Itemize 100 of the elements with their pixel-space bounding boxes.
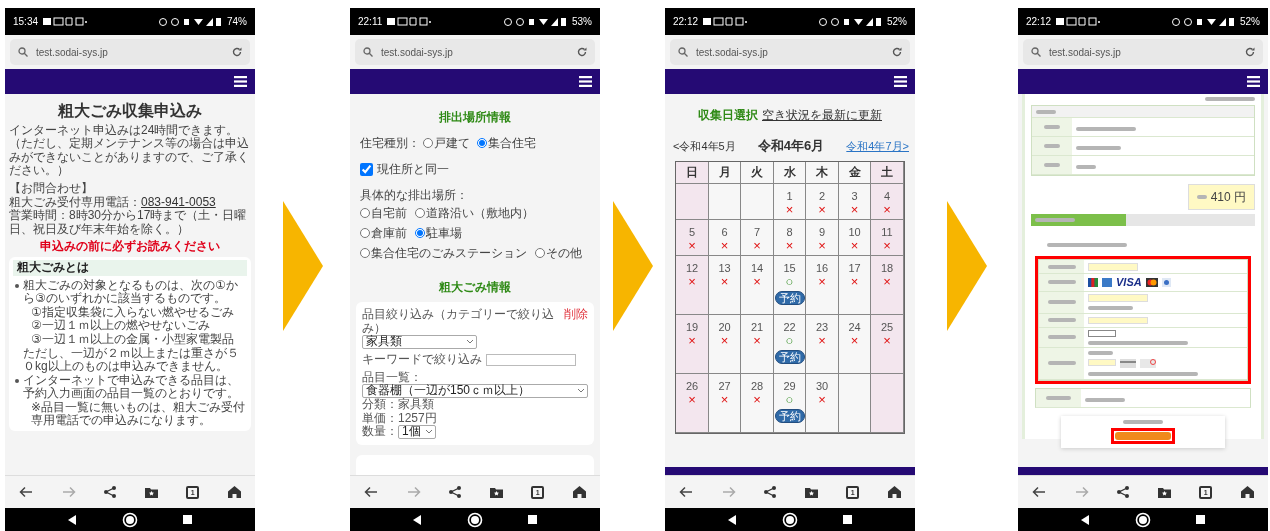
calendar-cell[interactable]: 14 × (741, 255, 774, 315)
field-label: 数量： (362, 425, 398, 439)
calendar-cell[interactable]: 4 × (871, 183, 904, 220)
radio-label: その他 (546, 245, 582, 262)
availability-mark: × (753, 274, 761, 288)
radio-label: 倉庫前 (371, 225, 407, 242)
calendar-cell[interactable]: 13 × (708, 255, 742, 315)
day-number: 26 (685, 379, 699, 393)
day-number: 9 (818, 225, 826, 239)
contact-heading: 【お問合わせ】 (9, 181, 94, 196)
address-bar[interactable]: test.sodai-sys.jp (1023, 39, 1263, 65)
calendar-cell[interactable]: 21 × (741, 314, 774, 374)
calendar-cell[interactable]: 30 × (806, 373, 839, 433)
calendar-cell[interactable]: 23 × (806, 314, 839, 374)
calendar-cell[interactable]: 29 ○ 予約 (773, 373, 807, 433)
reserve-button[interactable]: 予約 (774, 290, 805, 305)
day-number: 3 (851, 189, 858, 203)
intro-text: インターネット申込みは24時間できます。（ただし、定期メンテナンス等の場合は申込みができないことがありますので、ご了承ください。） (9, 123, 250, 178)
day-number: 11 (881, 225, 893, 239)
calendar-cell[interactable]: 15 ○ 予約 (773, 255, 807, 315)
availability-mark: × (818, 238, 826, 252)
availability-mark: × (883, 274, 891, 288)
phone-link[interactable]: 083-941-0053 (141, 194, 216, 209)
day-number: 30 (815, 379, 829, 393)
day-number: 19 (685, 320, 699, 334)
availability-mark: × (850, 333, 859, 347)
status-time: 15:34 (13, 15, 39, 29)
category-select[interactable]: 家具類 (362, 335, 477, 349)
note-text: ①指定収集袋に入らない燃やせるごみ (30, 305, 235, 319)
day-number: 2 (818, 189, 826, 203)
availability-mark: × (850, 202, 859, 216)
note-text: ②一辺１ｍ以上の燃やせないごみ (30, 319, 211, 333)
url-text: test.sodai-sys.jp (36, 45, 109, 60)
address-bar[interactable]: test.sodai-sys.jp (10, 39, 250, 65)
battery-percent: 52% (1240, 15, 1260, 29)
day-number: 4 (883, 189, 891, 203)
calendar-cell[interactable]: 17 × (838, 255, 872, 315)
day-number: 27 (718, 379, 731, 393)
calendar-cell[interactable]: 12 × (676, 255, 709, 315)
field-label: 品目一覧： (362, 370, 423, 384)
calendar-cell[interactable]: 7 × (741, 219, 774, 256)
previous-month-link[interactable]: <令和4年5月 (673, 137, 736, 154)
day-number: 21 (750, 320, 764, 334)
note-text: ※品目一覧に無いものは、粗大ごみ受付専用電話での申込みになります。 (30, 400, 247, 429)
availability-mark: × (688, 333, 696, 347)
address-bar[interactable]: test.sodai-sys.jp (670, 39, 910, 65)
hours-text: 営業時間：8時30分から17時まで（土・日曜日、祝日及び年末年始を除く。） (9, 209, 248, 237)
bullet-text: インターネットで申込みできる品目は、予約入力画面の品目一覧のとおりです。 (23, 373, 240, 401)
status-time: 22:11 (358, 15, 383, 29)
availability-mark: × (883, 202, 891, 216)
refresh-link[interactable]: 空き状況を最新に更新 (762, 106, 882, 124)
availability-mark: × (753, 333, 761, 347)
url-text: test.sodai-sys.jp (1049, 45, 1122, 60)
radio-label: 道路沿い（敷地内） (426, 205, 534, 222)
quantity-select[interactable]: 1個 (398, 425, 436, 439)
delete-link[interactable]: 削除 (564, 308, 588, 335)
calendar-cell[interactable]: 16 × (806, 255, 839, 315)
bullet-text: 粗大ごみの対象となるものは、次の①から③のいずれかに該当するものです。 (23, 278, 239, 306)
calendar-cell[interactable]: 2 × (806, 183, 839, 220)
day-number: 28 (750, 379, 764, 393)
availability-mark: × (688, 238, 696, 252)
calendar-cell[interactable]: 27 × (708, 373, 742, 433)
reserve-button[interactable]: 予約 (774, 408, 805, 423)
calendar-cell[interactable]: 20 × (708, 314, 742, 374)
calendar-cell[interactable]: 28 × (741, 373, 774, 433)
radio-label: 駐車場 (426, 225, 462, 242)
day-number: 23 (815, 320, 829, 334)
radio-label: 自宅前 (371, 205, 407, 222)
bullet-text: ただし、一辺が２ｍ以上または重さが５０kg以上のものは申込みできません。 (23, 346, 240, 374)
calendar-cell[interactable]: 18 × (871, 255, 904, 315)
day-number: 10 (848, 225, 861, 239)
page-title: 粗大ごみ収集申込み (57, 104, 203, 118)
availability-mark: × (785, 202, 794, 216)
checkbox-label: 現住所と同一 (377, 161, 449, 178)
day-number: 13 (718, 261, 731, 275)
next-month-link[interactable]: 令和4年7月> (846, 137, 909, 154)
day-number: 17 (848, 261, 861, 275)
calendar-cell[interactable]: 24 × (838, 314, 872, 374)
url-text: test.sodai-sys.jp (381, 45, 454, 60)
day-number: 12 (685, 261, 699, 275)
day-number: 20 (718, 320, 731, 334)
availability-mark: × (720, 238, 729, 252)
phone-label: 粗大ごみ受付専用電話： (9, 194, 141, 209)
calendar-cell[interactable]: 19 × (676, 314, 709, 374)
calendar-cell[interactable]: 25 × (871, 314, 904, 374)
address-bar[interactable]: test.sodai-sys.jp (355, 39, 595, 65)
calendar-cell[interactable]: 22 ○ 予約 (773, 314, 807, 374)
calendar-cell[interactable]: 5 × (676, 219, 709, 256)
calendar-cell[interactable]: 26 × (676, 373, 709, 433)
reserve-button[interactable]: 予約 (774, 349, 805, 364)
weekday-header: 水 (773, 161, 807, 184)
day-number: 25 (880, 320, 894, 334)
calendar-cell[interactable]: 11 × (871, 219, 904, 256)
item-select[interactable]: 食器棚（一辺が150ｃｍ以上） (362, 384, 588, 398)
availability-mark: × (720, 274, 729, 288)
field-label: 品目絞り込み（カテゴリーで絞り込み） (362, 308, 555, 335)
availability-mark: × (688, 392, 696, 406)
calendar-cell[interactable]: 9 × (806, 219, 839, 256)
weekday-header: 月 (708, 161, 742, 184)
section-title: 排出場所情報 (438, 109, 512, 126)
